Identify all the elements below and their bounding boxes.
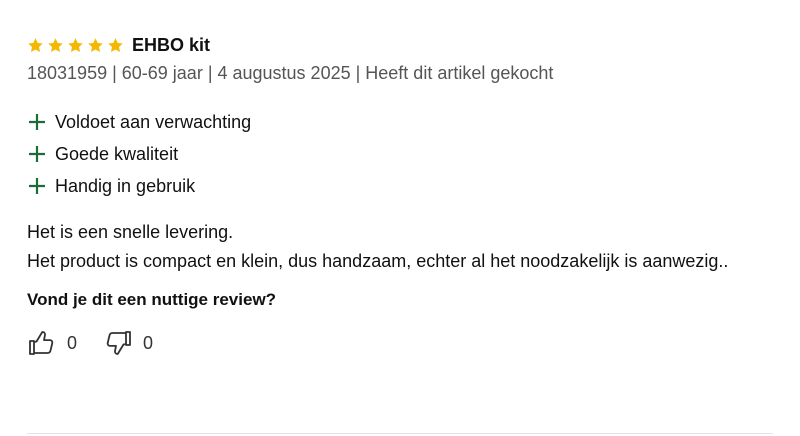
star-icon (88, 37, 103, 52)
review-card: EHBO kit 18031959 | 60-69 jaar | 4 augus… (27, 33, 777, 358)
thumbs-up-button[interactable]: 0 (27, 328, 77, 358)
divider (27, 433, 773, 434)
thumbs-up-icon (29, 331, 54, 355)
thumbs-down-icon (106, 331, 131, 355)
pro-item: Voldoet aan verwachting (27, 106, 777, 138)
helpful-question: Vond je dit een nuttige review? (27, 290, 277, 309)
pro-item: Goede kwaliteit (27, 138, 777, 170)
star-icon (28, 37, 43, 52)
plus-icon (29, 146, 45, 162)
star-icon (48, 37, 63, 52)
review-meta: 18031959 | 60-69 jaar | 4 augustus 2025 … (27, 63, 554, 83)
pro-label: Handig in gebruik (55, 175, 196, 196)
star-icon (108, 37, 123, 52)
pro-label: Goede kwaliteit (55, 143, 179, 164)
review-text-line: Het is een snelle levering. (27, 222, 234, 242)
star-icon (68, 37, 83, 52)
review-header: EHBO kit (27, 33, 777, 57)
pros-list: Voldoet aan verwachting Goede kwaliteit … (27, 106, 777, 202)
thumbs-down-button[interactable]: 0 (103, 328, 153, 358)
helpful-votes: 0 0 (27, 328, 777, 358)
plus-icon (29, 178, 45, 194)
thumbs-down-count: 0 (143, 332, 154, 353)
review-text-line: Het product is compact en klein, dus han… (27, 251, 729, 271)
thumbs-up-count: 0 (67, 332, 78, 353)
pro-item: Handig in gebruik (27, 170, 777, 202)
review-title: EHBO kit (132, 34, 211, 55)
review-body: Het is een snelle levering. Het product … (27, 218, 777, 276)
plus-icon (29, 114, 45, 130)
pro-label: Voldoet aan verwachting (55, 111, 252, 132)
star-rating (27, 37, 124, 54)
